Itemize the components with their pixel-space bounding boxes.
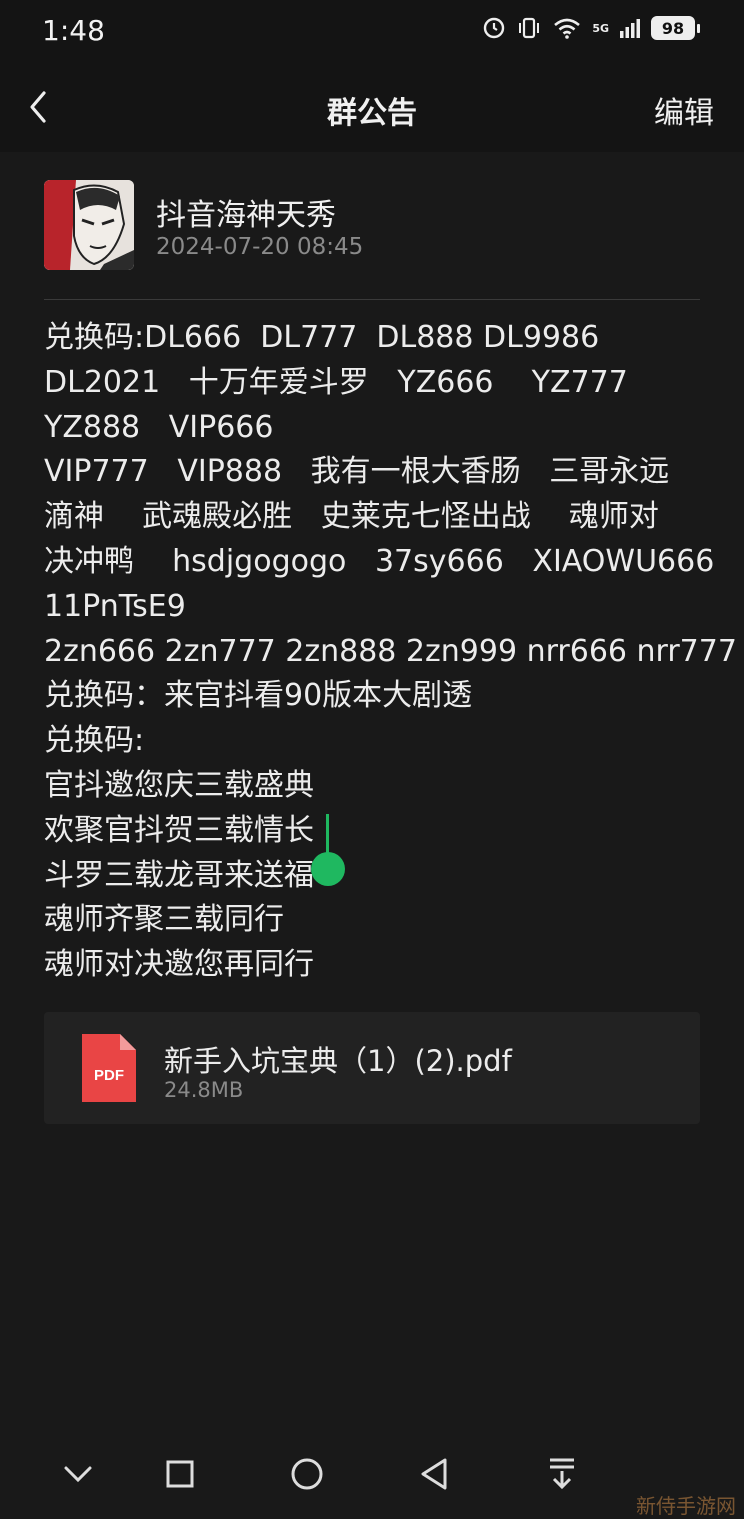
square-icon [166, 1460, 194, 1488]
author-name: 抖音海神天秀 [156, 198, 336, 233]
content-line: YZ888 VIP666 [44, 409, 274, 445]
attachment-card[interactable]: PDF 新手入坑宝典（1）(2).pdf 24.8MB [44, 1012, 700, 1124]
content-line: 兑换码:DL666 DL777 DL888 DL9986 [44, 320, 600, 355]
content-line: 2zn666 2zn777 2zn888 2zn999 nrr666 nrr77… [44, 633, 737, 669]
content-line: 兑换码：来官抖看90版本大剧透 [44, 678, 473, 714]
content-line: DL2021 十万年爱斗罗 YZ666 YZ777 [44, 364, 628, 400]
pdf-file-icon: PDF [82, 1034, 136, 1102]
vibrate-icon [519, 17, 540, 39]
cursor-handle[interactable] [311, 852, 345, 886]
content-line: 魂师对决邀您再同行 [44, 947, 314, 983]
content-line: 魂师齐聚三载同行 [44, 902, 284, 938]
pdf-icon-label: PDF [94, 1067, 124, 1084]
content-line: 兑换码: [44, 723, 145, 759]
content-line: 滴神 武魂殿必胜 史莱克七怪出战 魂师对 [44, 499, 659, 535]
content-line: 欢聚官抖贺三载情长 [44, 812, 314, 848]
nav-bar: 群公告 编辑 [0, 62, 744, 152]
circle-icon [291, 1458, 323, 1490]
home-button[interactable] [281, 1448, 333, 1500]
announcement-content[interactable]: 兑换码:DL666 DL777 DL888 DL9986 DL2021 十万年爱… [44, 316, 737, 988]
collapse-button[interactable] [52, 1448, 104, 1500]
status-bar: 1:48 5G 98 [0, 0, 744, 62]
system-nav-bar [0, 1430, 744, 1518]
announcement-author: 抖音海神天秀 2024-07-20 08:45 [44, 180, 700, 272]
content-line: 斗罗三载龙哥来送福 [44, 857, 314, 893]
content-line: 决冲鸭 hsdjgogogo 37sy666 XIAOWU666 [44, 543, 715, 579]
content-line: VIP777 VIP888 我有一根大香肠 三哥永远 [44, 454, 670, 490]
battery-level: 98 [651, 16, 695, 40]
wifi-icon [554, 18, 581, 39]
battery-tip [697, 23, 700, 33]
text-cursor [326, 814, 329, 856]
alarm-icon [484, 17, 505, 39]
file-size: 24.8MB [164, 1078, 244, 1102]
avatar[interactable] [44, 180, 134, 270]
recents-button[interactable] [154, 1448, 206, 1500]
download-nav-button[interactable] [536, 1448, 588, 1500]
divider [44, 299, 700, 300]
network-type: 5G [592, 21, 609, 35]
edit-button[interactable]: 编辑 [654, 88, 714, 132]
triangle-back-icon [421, 1458, 447, 1490]
watermark: 新侍手游网 [636, 1494, 736, 1518]
battery-indicator: 98 [651, 16, 700, 40]
file-name: 新手入坑宝典（1）(2).pdf [164, 1044, 512, 1078]
signal-icon [620, 19, 640, 38]
avatar-image [44, 180, 134, 270]
status-icons: 5G 98 [482, 16, 700, 40]
content-line: 官抖邀您庆三载盛典 [44, 767, 314, 803]
page-title: 群公告 [327, 96, 417, 131]
chevron-down-icon [64, 1466, 92, 1483]
content-line: 11PnTsE9 [44, 588, 186, 624]
back-nav-button[interactable] [408, 1448, 460, 1500]
status-time: 1:48 [42, 14, 105, 47]
post-timestamp: 2024-07-20 08:45 [156, 234, 364, 260]
download-icon [550, 1458, 574, 1490]
